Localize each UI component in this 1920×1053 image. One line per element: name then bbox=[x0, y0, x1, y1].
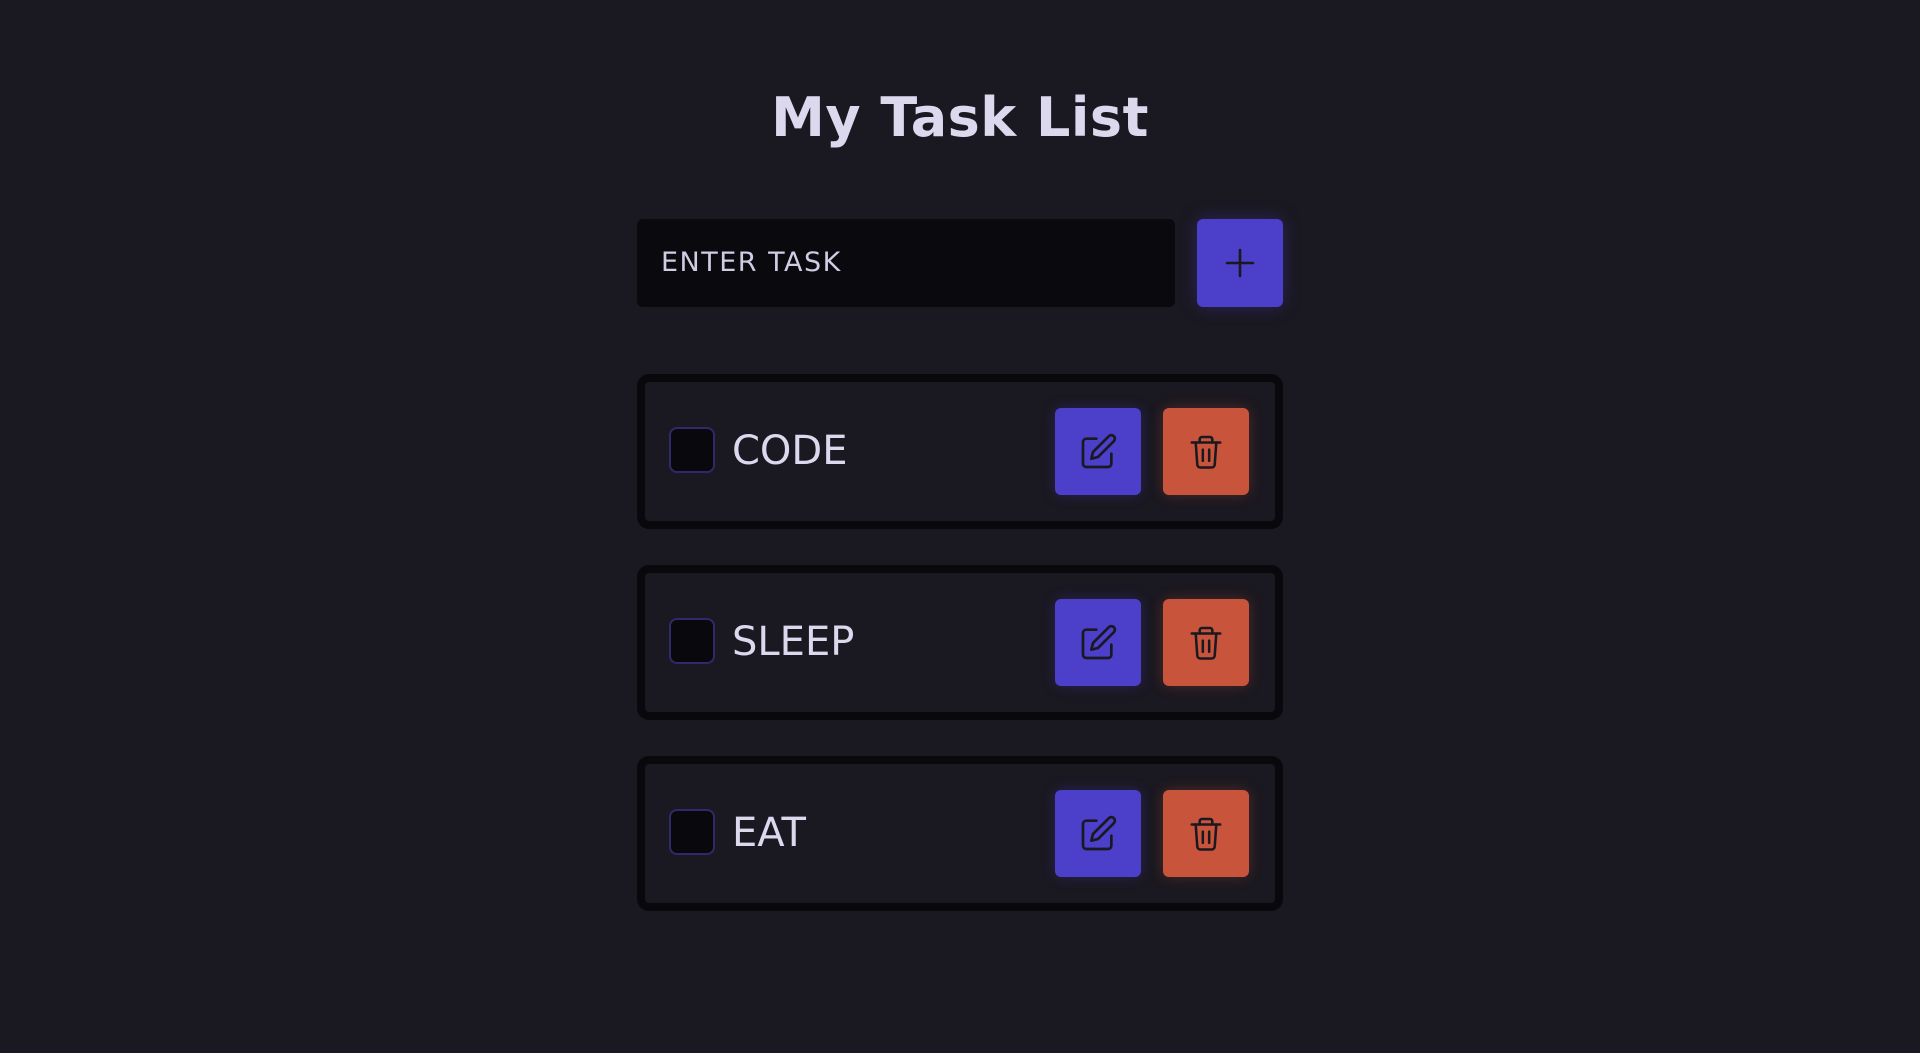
pencil-icon bbox=[1078, 623, 1118, 663]
task-list: CODE SLEEP EAT bbox=[637, 374, 1283, 947]
new-task-row bbox=[637, 219, 1283, 307]
task-label: SLEEP bbox=[732, 619, 855, 665]
edit-task-button[interactable] bbox=[1055, 408, 1141, 495]
trash-icon bbox=[1187, 623, 1225, 663]
task-input[interactable] bbox=[637, 219, 1175, 307]
task-item: SLEEP bbox=[637, 565, 1283, 720]
plus-icon bbox=[1225, 248, 1255, 278]
edit-task-button[interactable] bbox=[1055, 599, 1141, 686]
task-item: EAT bbox=[637, 756, 1283, 911]
pencil-icon bbox=[1078, 432, 1118, 472]
add-task-button[interactable] bbox=[1197, 219, 1283, 307]
delete-task-button[interactable] bbox=[1163, 408, 1249, 495]
trash-icon bbox=[1187, 814, 1225, 854]
task-label: CODE bbox=[732, 428, 848, 474]
task-checkbox[interactable] bbox=[669, 809, 715, 855]
task-checkbox[interactable] bbox=[669, 427, 715, 473]
delete-task-button[interactable] bbox=[1163, 790, 1249, 877]
task-item: CODE bbox=[637, 374, 1283, 529]
delete-task-button[interactable] bbox=[1163, 599, 1249, 686]
edit-task-button[interactable] bbox=[1055, 790, 1141, 877]
pencil-icon bbox=[1078, 814, 1118, 854]
page-title: My Task List bbox=[771, 86, 1149, 149]
trash-icon bbox=[1187, 432, 1225, 472]
task-checkbox[interactable] bbox=[669, 618, 715, 664]
task-label: EAT bbox=[732, 810, 806, 856]
task-app: My Task List CODE bbox=[0, 0, 1920, 1053]
